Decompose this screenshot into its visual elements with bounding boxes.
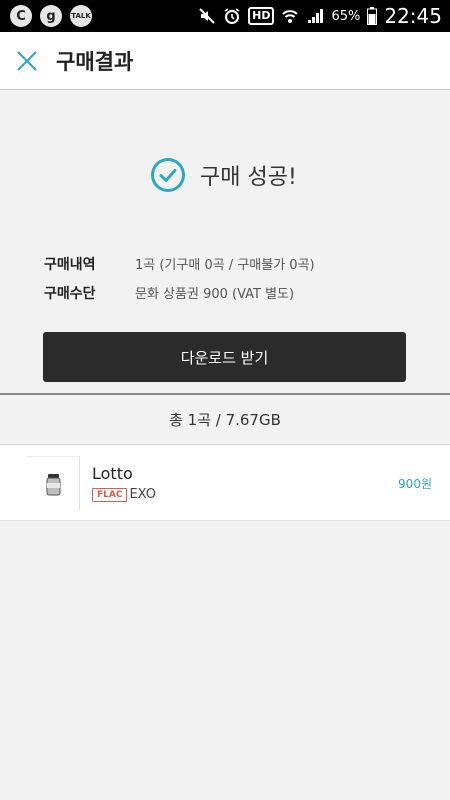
bottle-icon xyxy=(46,474,61,496)
battery-percent: 65% xyxy=(331,8,361,24)
info-value: 문화 상품권 900 (VAT 별도) xyxy=(135,287,295,302)
app-g-icon: g xyxy=(40,5,62,27)
track-artist: EXO xyxy=(129,487,156,502)
empty-area xyxy=(0,522,450,800)
system-icons: HD 65% 22:45 xyxy=(198,0,442,32)
battery-icon xyxy=(367,7,378,25)
signal-icon xyxy=(308,9,324,23)
page-title: 구매결과 xyxy=(56,50,134,74)
info-label: 구매수단 xyxy=(44,285,96,302)
track-meta: FLAC EXO xyxy=(92,487,156,502)
notification-icons: C g TALK xyxy=(10,5,92,27)
info-label: 구매내역 xyxy=(44,256,96,273)
check-circle-icon xyxy=(151,158,185,192)
mute-icon xyxy=(199,8,215,24)
hd-voice-icon: HD xyxy=(248,7,275,25)
track-row[interactable]: Lotto FLAC EXO 900원 xyxy=(0,446,450,521)
status-bar: C g TALK HD 65% 22:45 xyxy=(0,0,450,32)
track-price: 900원 xyxy=(398,477,432,491)
purchase-summary: 총 1곡 / 7.67GB xyxy=(0,395,450,445)
success-message: 구매 성공! xyxy=(150,157,297,193)
download-button[interactable]: 다운로드 받기 xyxy=(43,332,406,382)
info-value: 1곡 (기구매 0곡 / 구매불가 0곡) xyxy=(135,258,315,273)
app-bar: 구매결과 xyxy=(0,32,450,90)
kakaotalk-icon: TALK xyxy=(70,5,92,27)
app-c-icon: C xyxy=(10,5,32,27)
close-icon[interactable] xyxy=(12,46,42,76)
info-row-payment: 구매수단 문화 상품권 900 (VAT 별도) xyxy=(44,278,315,307)
purchase-info: 구매내역 1곡 (기구매 0곡 / 구매불가 0곡) 구매수단 문화 상품권 9… xyxy=(44,249,315,307)
wifi-icon xyxy=(282,10,299,23)
flac-badge: FLAC xyxy=(92,487,128,502)
success-text: 구매 성공! xyxy=(200,165,297,190)
clock: 22:45 xyxy=(384,4,442,28)
alarm-icon xyxy=(224,8,240,24)
track-title: Lotto xyxy=(92,464,133,483)
album-art xyxy=(27,456,80,510)
purchase-result-panel: 구매 성공! 구매내역 1곡 (기구매 0곡 / 구매불가 0곡) 구매수단 문… xyxy=(0,91,450,393)
info-row-history: 구매내역 1곡 (기구매 0곡 / 구매불가 0곡) xyxy=(44,249,315,278)
